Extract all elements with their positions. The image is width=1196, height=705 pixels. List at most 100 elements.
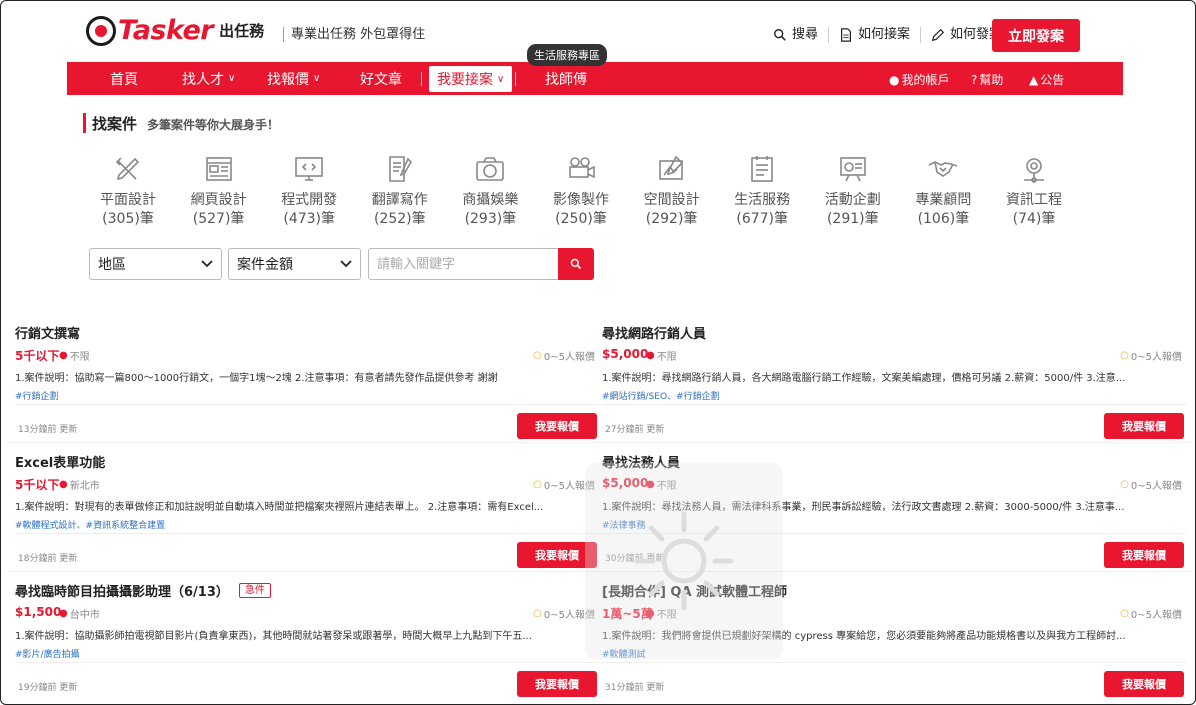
brand-logo[interactable]: Tasker 出任務	[86, 15, 264, 46]
case-offers: ○ 0~5人報價	[1120, 348, 1182, 363]
category-count: (74)筆	[1012, 211, 1056, 227]
post-project-button[interactable]: 立即發案	[992, 19, 1080, 52]
top-link-how-to-take[interactable]: 如何接案	[829, 27, 922, 43]
row-separator	[7, 442, 1191, 443]
card-divider	[15, 533, 599, 534]
bulb-icon: ○	[1120, 479, 1129, 490]
case-offers: ○ 0~5人報價	[1120, 477, 1182, 492]
category-item[interactable]: 活動企劃 (291)筆	[813, 153, 893, 229]
nav-label: 找人才	[182, 71, 224, 88]
case-title-row: 尋找臨時節目拍攝攝影助理（6/13） 急件	[15, 581, 271, 600]
keyword-search	[368, 248, 594, 280]
category-item[interactable]: 空間設計 (292)筆	[632, 153, 712, 229]
case-title-row: Excel表單功能	[15, 452, 105, 471]
quote-button[interactable]: 我要報價	[517, 671, 597, 697]
case-description: 1.案件說明：協助攝影師拍電視節目影片(負責拿東西)，其他時間就站著發呆或跟著學…	[15, 631, 532, 642]
case-title[interactable]: 尋找臨時節目拍攝攝影助理（6/13）	[15, 581, 229, 600]
case-price: $1,500	[15, 605, 62, 619]
category-item[interactable]: 程式開發 (473)筆	[269, 153, 349, 229]
category-count: (106)筆	[917, 211, 970, 227]
main-nav: 首頁 找人才 ∨ 找報價 ∨ 好文章 我要接案 ∨ 找師傅 ● 我的帳戶 ? 幫助 ▲ 公告	[67, 62, 1123, 95]
nav-notice[interactable]: ▲ 公告	[1029, 71, 1064, 88]
category-name: 平面設計	[100, 192, 156, 208]
amount-select[interactable]: 案件金額	[228, 248, 361, 280]
top-link-search[interactable]: 搜尋	[763, 27, 830, 43]
location-pin-icon: ●	[59, 479, 68, 490]
category-item[interactable]: 專業顧問 (106)筆	[903, 153, 983, 229]
case-offers: ○ 0~5人報價	[1120, 606, 1182, 621]
case-tags[interactable]: #影片/廣告拍攝	[15, 647, 80, 660]
life-service-tooltip: 生活服務專區	[527, 44, 607, 66]
category-count: (305)筆	[102, 211, 154, 227]
category-item[interactable]: 資訊工程 (74)筆	[994, 153, 1074, 229]
category-count: (292)筆	[645, 211, 698, 227]
category-name: 影像製作	[553, 192, 609, 208]
card-divider	[15, 404, 599, 405]
case-tags[interactable]: #行銷企劃	[15, 389, 59, 402]
category-count: (473)筆	[283, 211, 336, 227]
chevron-down-icon	[340, 260, 352, 268]
category-name: 專業顧問	[915, 192, 972, 208]
category-item[interactable]: 影像製作 (250)筆	[541, 153, 621, 229]
quote-button[interactable]: 我要報價	[1104, 413, 1184, 439]
section-subtitle: 多筆案件等你大展身手！	[147, 118, 280, 132]
search-button[interactable]	[558, 248, 594, 280]
category-item[interactable]: 網頁設計 (527)筆	[179, 153, 259, 229]
category-item[interactable]: 商攝娛樂 (293)筆	[450, 153, 530, 229]
case-title[interactable]: 尋找網路行銷人員	[602, 323, 706, 342]
handshake-icon	[929, 161, 958, 177]
category-count: (293)筆	[464, 211, 517, 227]
case-location: ● 不限	[646, 348, 677, 363]
top-link-label: 搜尋	[792, 27, 819, 42]
chevron-down-icon: ∨	[497, 73, 505, 85]
category-item[interactable]: 生活服務 (677)筆	[722, 153, 802, 229]
card-divider	[15, 662, 599, 663]
brand-slogan: 專業出任務 外包罩得住	[283, 27, 425, 42]
region-select[interactable]: 地區	[89, 248, 222, 280]
case-card[interactable]: 行銷文撰寫 5千以下 ● 不限 ○ 0~5人報價 1.案件說明：協助寫一篇800…	[15, 319, 599, 447]
top-links: 搜尋 如何接案 如何發案	[763, 27, 1012, 43]
amount-select-value: 案件金額	[237, 257, 293, 273]
case-updated: 31分鐘前 更新	[605, 683, 665, 693]
nav-find-master[interactable]: 找師傅	[545, 62, 587, 95]
nav-help[interactable]: ? 幫助	[971, 71, 1003, 88]
nav-notice-label: 公告	[1040, 73, 1065, 87]
nav-home[interactable]: 首頁	[110, 62, 138, 95]
logo-badge-icon	[86, 15, 116, 46]
category-name: 程式開發	[281, 192, 338, 208]
nav-take-cases[interactable]: 我要接案 ∨	[429, 66, 513, 92]
blueprint-icon	[658, 155, 683, 180]
category-item[interactable]: 翻譯寫作 (252)筆	[360, 153, 440, 229]
case-tags[interactable]: #軟體程式設計、#資訊系統整合建置	[15, 518, 165, 531]
case-updated: 19分鐘前 更新	[18, 683, 78, 693]
top-link-label: 如何接案	[858, 27, 911, 42]
document-icon	[841, 28, 852, 42]
case-title[interactable]: Excel表單功能	[15, 452, 105, 471]
category-count: (677)筆	[736, 211, 789, 227]
category-name: 商攝娛樂	[462, 192, 519, 208]
case-updated: 18分鐘前 更新	[18, 554, 78, 564]
case-tags[interactable]: #網站行銷/SEO、#行銷企劃	[602, 389, 720, 402]
case-title[interactable]: 行銷文撰寫	[15, 323, 80, 342]
nav-find-talent[interactable]: 找人才 ∨	[182, 62, 235, 95]
section-title: 找案件	[92, 115, 138, 133]
pencil-ruler-icon	[115, 157, 140, 181]
category-name: 活動企劃	[824, 192, 881, 208]
nav-articles[interactable]: 好文章	[360, 62, 402, 95]
nav-find-quote[interactable]: 找報價 ∨	[267, 62, 320, 95]
bulb-icon: ○	[533, 608, 542, 619]
case-title-row: 行銷文撰寫	[15, 323, 80, 342]
nav-label: 找報價	[267, 71, 309, 88]
bulb-icon: ○	[1120, 608, 1129, 619]
quote-button[interactable]: 我要報價	[1104, 542, 1184, 568]
nav-my-account[interactable]: ● 我的帳戶	[889, 71, 950, 88]
case-card[interactable]: 尋找網路行銷人員 $5,000 ● 不限 ○ 0~5人報價 1.案件說明：尋找網…	[602, 319, 1186, 447]
quote-button[interactable]: 我要報價	[517, 413, 597, 439]
video-camera-icon	[569, 157, 595, 179]
user-icon: ●	[889, 72, 900, 87]
case-card[interactable]: Excel表單功能 5千以下 ● 新北市 ○ 0~5人報價 1.案件說明：對現有…	[15, 448, 599, 576]
category-item[interactable]: 平面設計 (305)筆	[88, 153, 168, 229]
keyword-input[interactable]	[368, 248, 558, 280]
case-card[interactable]: 尋找臨時節目拍攝攝影助理（6/13） 急件 $1,500 ● 台中市 ○ 0~5…	[15, 577, 599, 704]
quote-button[interactable]: 我要報價	[1104, 671, 1184, 697]
